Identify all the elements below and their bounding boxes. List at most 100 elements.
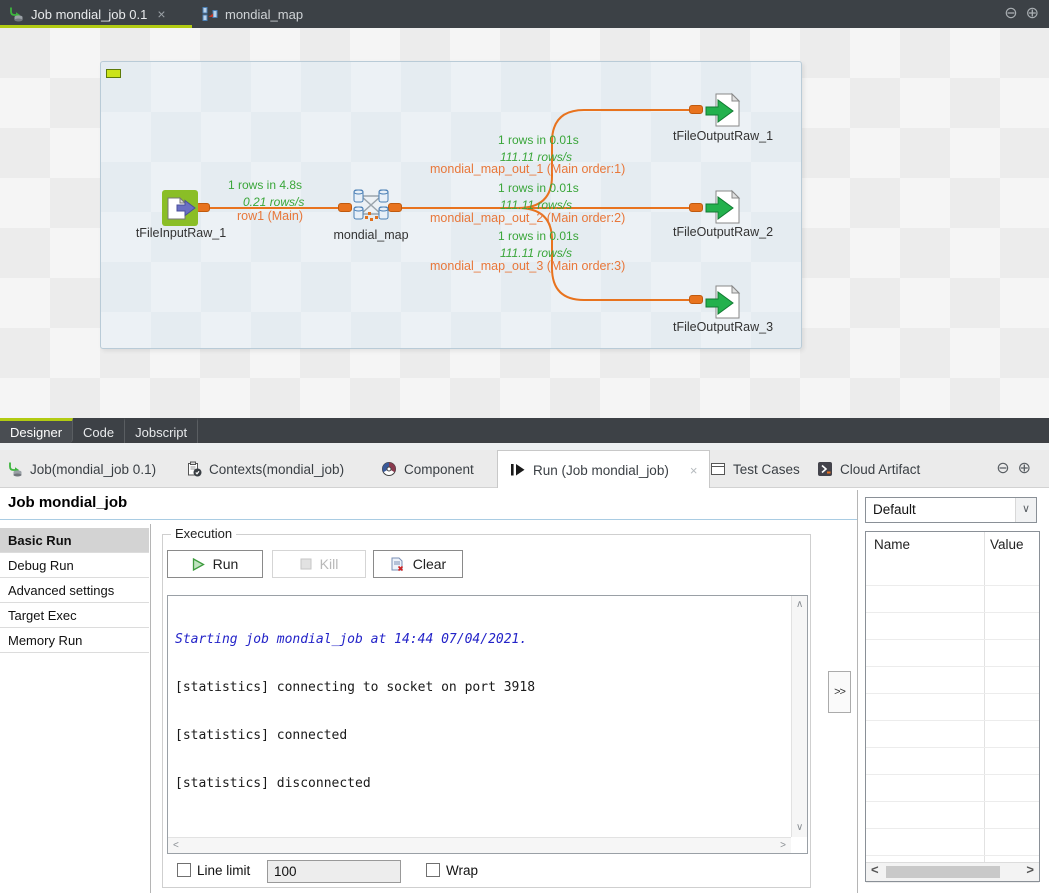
close-icon[interactable]: × — [690, 463, 698, 478]
tab-code[interactable]: Code — [73, 418, 125, 443]
sidebar-item-basic-run[interactable]: Basic Run — [0, 528, 149, 553]
table-row[interactable] — [866, 748, 1039, 775]
tab-run[interactable]: Run (Job mondial_job) × — [497, 450, 710, 489]
scroll-right-icon[interactable]: > — [780, 841, 786, 851]
kill-button[interactable]: Kill — [272, 550, 366, 578]
tab-job-editor[interactable]: Job mondial_job 0.1 × — [8, 0, 166, 28]
console-line: [statistics] disconnected — [175, 776, 784, 792]
expand-panel-button[interactable]: >> — [828, 671, 851, 713]
tab-job-view[interactable]: Job(mondial_job 0.1) — [7, 450, 156, 488]
row-rate: 111.11 rows/s — [500, 198, 572, 212]
minimize-icon[interactable]: ⊖ — [1004, 3, 1017, 23]
tab-run-label: Run (Job mondial_job) — [533, 463, 669, 478]
component-label: tFileOutputRaw_1 — [673, 129, 773, 143]
column-header-value: Value — [990, 537, 1024, 552]
console-output: Starting job mondial_job at 14:44 07/04/… — [168, 596, 791, 837]
kill-button-label: Kill — [320, 556, 339, 572]
table-row[interactable] — [866, 586, 1039, 613]
component-label: tFileOutputRaw_3 — [673, 320, 773, 334]
scroll-left-icon[interactable]: < — [173, 841, 179, 851]
tab-map-editor[interactable]: mondial_map — [202, 0, 303, 28]
clear-button-label: Clear — [413, 556, 446, 572]
play-icon — [192, 558, 205, 571]
table-row[interactable] — [866, 613, 1039, 640]
line-limit-checkbox[interactable] — [177, 863, 191, 877]
divider — [0, 443, 1049, 450]
row-rate: 0.21 rows/s — [243, 195, 304, 209]
line-limit-input[interactable] — [267, 860, 401, 883]
scroll-right-icon[interactable]: > — [1026, 865, 1034, 875]
talend-studio-window: Job mondial_job 0.1 × mondial_map ⊖ ⊕ — [0, 0, 1049, 893]
maximize-icon[interactable]: ⊕ — [1018, 458, 1031, 478]
console-line: [statistics] connected — [175, 728, 784, 744]
row-stats: 1 rows in 0.01s — [498, 229, 579, 243]
wrap-checkbox[interactable] — [426, 863, 440, 877]
run-sidebar: Basic Run Debug Run Advanced settings Ta… — [0, 528, 149, 653]
divider — [150, 524, 151, 893]
scroll-down-icon[interactable]: ∨ — [796, 823, 803, 833]
cloud-artifact-icon — [817, 461, 833, 477]
table-row[interactable] — [866, 559, 1039, 586]
table-row[interactable] — [866, 802, 1039, 829]
console-horizontal-scrollbar[interactable]: < > — [168, 837, 791, 853]
tab-jobscript[interactable]: Jobscript — [125, 418, 198, 443]
table-header: Name Value — [866, 532, 1039, 558]
component-label: tFileOutputRaw_2 — [673, 225, 773, 239]
panel-window-controls: ⊖ ⊕ — [996, 458, 1031, 478]
connection-label: mondial_map_out_3 (Main order:3) — [430, 259, 625, 273]
row-rate: 111.11 rows/s — [500, 246, 572, 260]
table-row[interactable] — [866, 829, 1039, 856]
tab-designer[interactable]: Designer — [0, 418, 73, 443]
sidebar-item-advanced-settings[interactable]: Advanced settings — [0, 578, 149, 603]
connection-port — [338, 203, 352, 212]
console-line: [statistics] connecting to socket on por… — [175, 680, 784, 696]
job-icon — [8, 6, 24, 22]
tab-component[interactable]: Component — [381, 450, 474, 488]
sidebar-item-memory-run[interactable]: Memory Run — [0, 628, 149, 653]
component-label: mondial_map — [333, 228, 408, 242]
sidebar-item-debug-run[interactable]: Debug Run — [0, 553, 149, 578]
execution-console[interactable]: Starting job mondial_job at 14:44 07/04/… — [167, 595, 808, 854]
tab-code-label: Code — [83, 425, 114, 440]
tab-map-editor-label: mondial_map — [225, 7, 303, 22]
table-horizontal-scrollbar[interactable]: < > — [866, 862, 1039, 881]
scrollbar-thumb[interactable] — [886, 866, 1000, 878]
editor-window-controls: ⊖ ⊕ — [1004, 3, 1039, 23]
chevron-down-icon[interactable]: ∨ — [1015, 498, 1036, 522]
scroll-up-icon[interactable]: ∧ — [796, 600, 803, 610]
tab-test-cases-label: Test Cases — [733, 462, 800, 477]
component-tfileinputraw[interactable] — [162, 190, 198, 231]
tab-test-cases[interactable]: Test Cases — [710, 450, 800, 488]
table-row[interactable] — [866, 640, 1039, 667]
editor-tab-bar: Job mondial_job 0.1 × mondial_map ⊖ ⊕ — [0, 0, 1049, 28]
minimize-icon[interactable]: ⊖ — [996, 458, 1009, 478]
component-tmap[interactable] — [352, 188, 390, 227]
connection-port — [196, 203, 210, 212]
sidebar-item-target-exec[interactable]: Target Exec — [0, 603, 149, 628]
tab-component-label: Component — [404, 462, 474, 477]
component-tfileoutputraw-1[interactable] — [704, 91, 742, 134]
contexts-icon — [186, 461, 202, 477]
scroll-left-icon[interactable]: < — [871, 865, 879, 875]
table-row[interactable] — [866, 775, 1039, 802]
design-workspace[interactable]: tFileInputRaw_1 mondial_map — [0, 28, 1049, 418]
run-button[interactable]: Run — [167, 550, 263, 578]
tmap-icon — [202, 6, 218, 22]
context-select[interactable]: Default ∨ — [865, 497, 1037, 523]
connection-port — [689, 295, 703, 304]
clear-button[interactable]: Clear — [373, 550, 463, 578]
tab-contexts[interactable]: Contexts(mondial_job) — [186, 450, 344, 488]
console-line: Starting job mondial_job at 14:44 07/04/… — [175, 632, 784, 648]
console-vertical-scrollbar[interactable]: ∧ ∨ — [791, 596, 807, 837]
tab-cloud-artifact[interactable]: Cloud Artifact — [817, 450, 920, 488]
maximize-icon[interactable]: ⊕ — [1026, 3, 1039, 23]
table-row[interactable] — [866, 721, 1039, 748]
tab-contexts-label: Contexts(mondial_job) — [209, 462, 344, 477]
table-row[interactable] — [866, 694, 1039, 721]
run-button-label: Run — [213, 556, 239, 572]
execution-group-legend: Execution — [171, 526, 236, 541]
table-row[interactable] — [866, 667, 1039, 694]
close-icon[interactable]: × — [157, 6, 165, 22]
stop-icon — [300, 558, 312, 570]
connection-port — [689, 203, 703, 212]
